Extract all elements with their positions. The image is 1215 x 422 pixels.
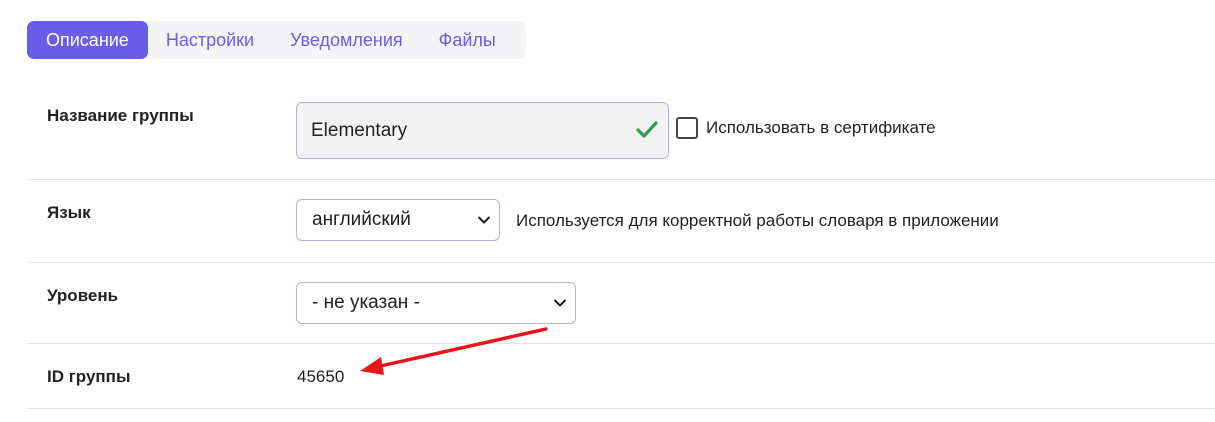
group-name-value: Elementary xyxy=(311,119,408,141)
language-hint: Используется для корректной работы слова… xyxy=(516,211,999,230)
level-row: Уровень - не указан - xyxy=(27,263,1215,344)
tab-bar: Описание Настройки Уведомления Файлы xyxy=(27,21,526,59)
group-name-input[interactable]: Elementary xyxy=(296,102,669,159)
language-selected-value: английский xyxy=(312,209,411,230)
use-in-certificate[interactable]: Использовать в сертификате xyxy=(676,117,936,139)
level-select[interactable]: - не указан - xyxy=(296,282,576,324)
use-in-certificate-label: Использовать в сертификате xyxy=(706,118,936,137)
tab-notifications[interactable]: Уведомления xyxy=(272,21,421,59)
tab-settings[interactable]: Настройки xyxy=(148,21,272,59)
language-select[interactable]: английский xyxy=(296,199,500,241)
level-label: Уровень xyxy=(47,286,119,305)
tab-description[interactable]: Описание xyxy=(27,21,148,59)
check-icon xyxy=(636,121,658,138)
chevron-down-icon xyxy=(478,216,490,224)
group-id-label: ID группы xyxy=(47,367,131,386)
level-selected-value: - не указан - xyxy=(312,292,420,313)
tab-files[interactable]: Файлы xyxy=(421,21,514,59)
group-name-row: Название группы Elementary Использовать … xyxy=(27,88,1215,180)
group-id-row: ID группы 45650 xyxy=(27,344,1215,409)
language-label: Язык xyxy=(47,203,91,222)
chevron-down-icon xyxy=(554,299,566,307)
language-row: Язык английский Используется для коррект… xyxy=(27,180,1215,263)
group-name-label: Название группы xyxy=(47,106,194,125)
use-in-certificate-checkbox[interactable] xyxy=(676,117,698,139)
group-id-value: 45650 xyxy=(297,367,345,386)
